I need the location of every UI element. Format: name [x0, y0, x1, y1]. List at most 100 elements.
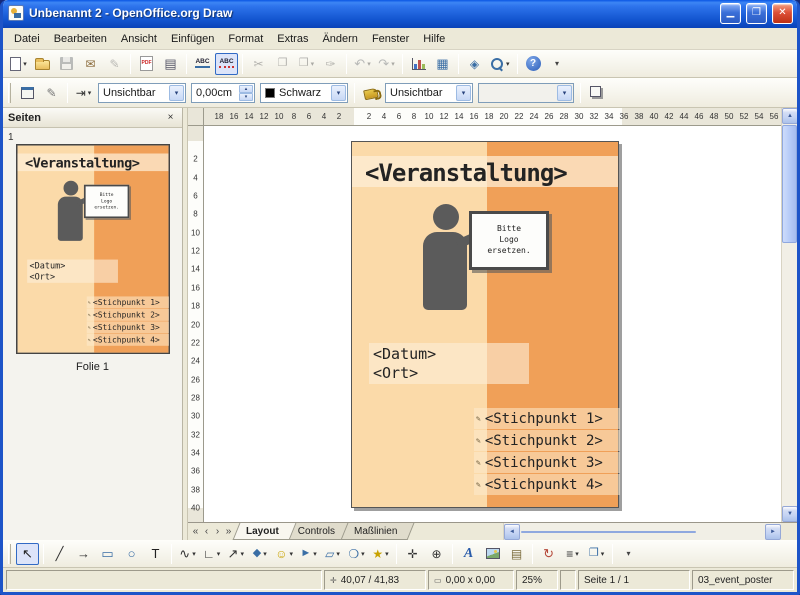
- combo-dropdown-icon[interactable]: ▾: [331, 85, 346, 101]
- line-width-spinner[interactable]: 0,00cm▴▾: [191, 83, 255, 103]
- dropdown-arrow-icon[interactable]: ▾: [290, 550, 294, 558]
- select-button[interactable]: ↖: [16, 543, 39, 565]
- dropdown-arrow-icon[interactable]: ▾: [23, 60, 27, 68]
- glue-points-button[interactable]: ⊕: [425, 543, 448, 565]
- scroll-left-icon[interactable]: ◄: [504, 524, 520, 540]
- dropdown-arrow-icon[interactable]: ▾: [313, 550, 317, 558]
- maximize-button[interactable]: ❐: [746, 3, 767, 24]
- arrow-style-button[interactable]: ⇥▾: [72, 82, 95, 104]
- insert-picture-button[interactable]: [481, 543, 504, 565]
- symbol-shapes-button[interactable]: ☺▾: [272, 543, 296, 565]
- print-button[interactable]: ▤: [159, 53, 182, 75]
- navigator-button[interactable]: ◈: [463, 53, 486, 75]
- dropdown-arrow-icon[interactable]: ▾: [575, 550, 579, 558]
- prev-tab-button[interactable]: ‹: [201, 523, 212, 540]
- dropdown-arrow-icon[interactable]: ▾: [367, 60, 371, 68]
- dropdown-arrow-icon[interactable]: ▾: [336, 550, 340, 558]
- tab-layout[interactable]: Layout: [236, 523, 293, 540]
- dropdown-arrow-icon[interactable]: ▾: [240, 550, 244, 558]
- vertical-scroll-track[interactable]: [782, 244, 797, 506]
- rotate-button[interactable]: ↻: [537, 543, 560, 565]
- connector-button[interactable]: ∟▾: [200, 543, 223, 565]
- open-button[interactable]: [31, 53, 54, 75]
- menu-format[interactable]: Format: [221, 30, 270, 48]
- vertical-scrollbar[interactable]: ▲ ▼: [781, 108, 797, 522]
- area-fill-select[interactable]: ▾: [478, 83, 574, 103]
- dropdown-arrow-icon[interactable]: ▾: [311, 60, 315, 68]
- line-properties-button[interactable]: ✎: [40, 82, 63, 104]
- page-indicator[interactable]: Seite 1 / 1: [578, 570, 690, 590]
- toolbar-options-button[interactable]: ▾: [546, 53, 569, 75]
- menu-datei[interactable]: Datei: [7, 30, 47, 48]
- menu-extras[interactable]: Extras: [270, 30, 315, 48]
- logo-placeholder-board[interactable]: Bitte Logo ersetzen.: [469, 211, 549, 270]
- stars-banners-button[interactable]: ★▾: [369, 543, 392, 565]
- curve-button[interactable]: ∿▾: [176, 543, 199, 565]
- dropdown-arrow-icon[interactable]: ▾: [88, 89, 92, 97]
- scroll-up-icon[interactable]: ▲: [782, 108, 798, 124]
- fontwork-gallery-button[interactable]: A: [457, 543, 480, 565]
- scroll-down-icon[interactable]: ▼: [782, 506, 798, 522]
- horizontal-ruler[interactable]: 1816141210864224681012141618202224262830…: [204, 108, 781, 126]
- spellcheck-button[interactable]: ABC: [191, 53, 214, 75]
- dropdown-arrow-icon[interactable]: ▾: [385, 550, 389, 558]
- horizontal-scrollbar[interactable]: ◄ ►: [503, 523, 781, 540]
- cursor-position[interactable]: ✛40,07 / 41,83: [324, 570, 426, 590]
- tab-controls[interactable]: Controls: [288, 523, 349, 540]
- tab-masslinien[interactable]: Maßlinien: [344, 523, 411, 540]
- help-button[interactable]: ?: [522, 53, 545, 75]
- page-thumbnail[interactable]: <Veranstaltung> Bitte Logo ersetzen. <Da…: [16, 144, 170, 354]
- vertical-scroll-thumb[interactable]: [782, 125, 797, 243]
- line-color-select[interactable]: Schwarz▾: [260, 83, 348, 103]
- menu-hilfe[interactable]: Hilfe: [416, 30, 452, 48]
- spin-down-icon[interactable]: ▾: [239, 93, 253, 101]
- text-button[interactable]: T: [144, 543, 167, 565]
- area-style-select[interactable]: Unsichtbar▾: [385, 83, 473, 103]
- basic-shapes-button[interactable]: ◆▾: [248, 543, 271, 565]
- bullet-point-1[interactable]: ✎<Stichpunkt 1>: [474, 408, 620, 429]
- export-pdf-button[interactable]: PDF: [135, 53, 158, 75]
- vertical-ruler[interactable]: 246810121416182022242628303234363840: [188, 126, 204, 522]
- combo-dropdown-icon[interactable]: ▾: [557, 85, 572, 101]
- bullet-point-3[interactable]: ✎<Stichpunkt 3>: [474, 452, 620, 473]
- panel-close-icon[interactable]: ×: [164, 111, 177, 124]
- lines-and-arrows-button[interactable]: ↗▾: [224, 543, 247, 565]
- first-tab-button[interactable]: «: [190, 523, 201, 540]
- scroll-right-icon[interactable]: ►: [765, 524, 781, 540]
- gallery-button[interactable]: ▤: [505, 543, 528, 565]
- styles-and-formatting-button[interactable]: [16, 82, 39, 104]
- autospellcheck-button[interactable]: ABC: [215, 53, 238, 75]
- horizontal-scroll-thumb[interactable]: [521, 531, 696, 533]
- dropdown-arrow-icon[interactable]: ▾: [601, 550, 605, 558]
- ellipse-button[interactable]: ○: [120, 543, 143, 565]
- combo-dropdown-icon[interactable]: ▾: [169, 85, 184, 101]
- menu-fenster[interactable]: Fenster: [365, 30, 416, 48]
- document-as-email-button[interactable]: ✉: [79, 53, 102, 75]
- zoom-level[interactable]: 25%: [516, 570, 558, 590]
- new-document-button[interactable]: ▾: [7, 53, 30, 75]
- edit-points-button[interactable]: ✛: [401, 543, 424, 565]
- title-bar[interactable]: Unbenannt 2 - OpenOffice.org Draw ▁ ❐ ✕: [3, 0, 797, 28]
- close-button[interactable]: ✕: [772, 3, 793, 24]
- poster-page[interactable]: <Veranstaltung> Bitte Logo ersetzen. <Da…: [351, 141, 619, 508]
- location-placeholder[interactable]: <Ort>: [373, 364, 436, 383]
- minimize-button[interactable]: ▁: [720, 3, 741, 24]
- dropdown-arrow-icon[interactable]: ▾: [263, 550, 267, 558]
- dropdown-arrow-icon[interactable]: ▾: [361, 550, 365, 558]
- rectangle-button[interactable]: ▭: [96, 543, 119, 565]
- date-location-text[interactable]: <Datum> <Ort>: [373, 345, 436, 383]
- line-button[interactable]: ╱: [48, 543, 71, 565]
- dropdown-arrow-icon[interactable]: ▾: [391, 60, 395, 68]
- arrange-button[interactable]: ❐▾: [585, 543, 608, 565]
- area-properties-button[interactable]: [359, 82, 382, 104]
- flowchart-button[interactable]: ▱▾: [321, 543, 344, 565]
- combo-dropdown-icon[interactable]: ▾: [456, 85, 471, 101]
- dropdown-arrow-icon[interactable]: ▾: [506, 60, 510, 68]
- callouts-button[interactable]: ❍▾: [345, 543, 368, 565]
- shadow-toggle-button[interactable]: [585, 82, 608, 104]
- drawing-canvas[interactable]: <Veranstaltung> Bitte Logo ersetzen. <Da…: [204, 126, 781, 522]
- toolbar-grip[interactable]: [8, 83, 11, 103]
- dropdown-arrow-icon[interactable]: ▾: [217, 550, 221, 558]
- poster-title-text[interactable]: <Veranstaltung>: [365, 159, 567, 187]
- line-style-select[interactable]: Unsichtbar▾: [98, 83, 186, 103]
